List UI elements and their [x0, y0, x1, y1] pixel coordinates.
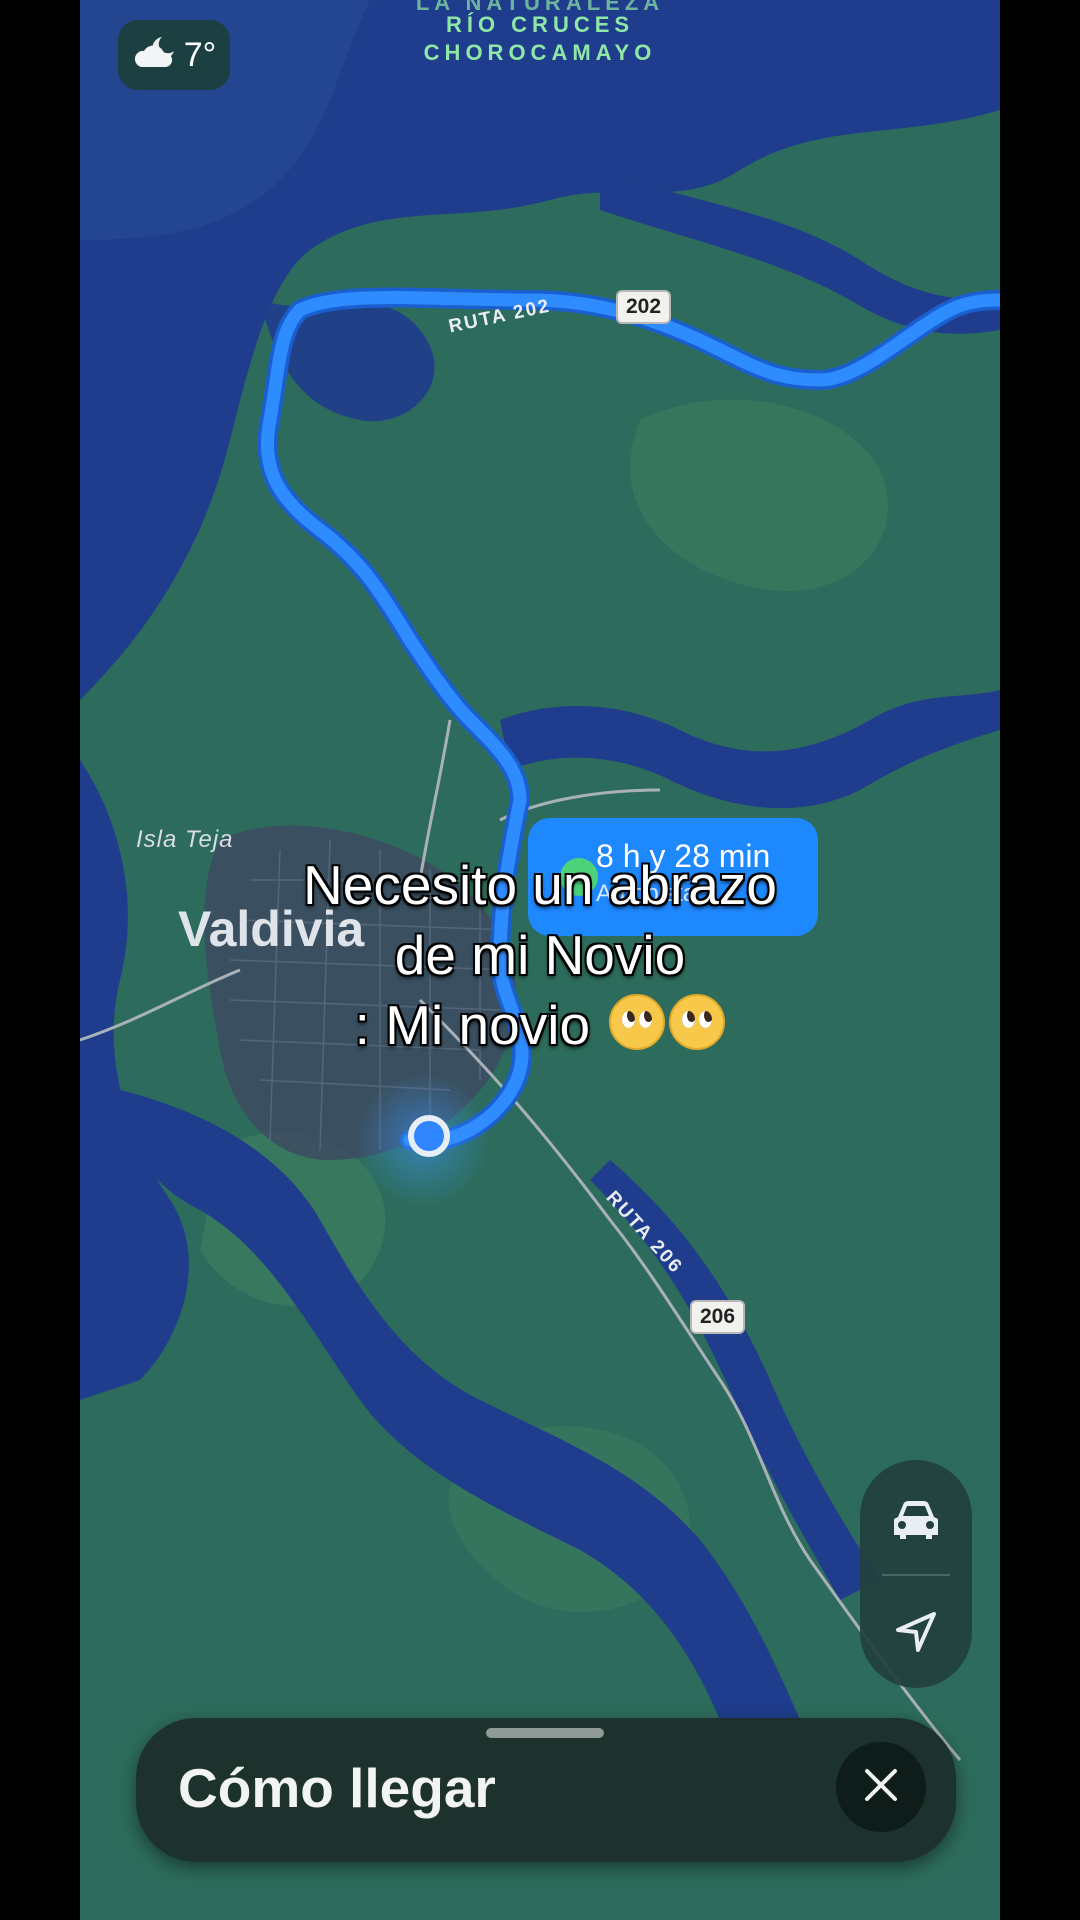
location-arrow-icon[interactable]: [880, 1596, 952, 1668]
directions-sheet[interactable]: Cómo llegar: [136, 1718, 956, 1862]
cloud-moon-icon: [132, 33, 180, 78]
caption-line-2: de mi Novio: [394, 924, 686, 986]
video-caption: Necesito un abrazo de mi Novio : Mi novi…: [80, 850, 1000, 1060]
controls-divider: [882, 1574, 950, 1576]
caption-line-3-text: : Mi novio: [354, 994, 591, 1056]
sheet-title: Cómo llegar: [178, 1757, 496, 1819]
close-button[interactable]: [836, 1742, 926, 1832]
route-shield-202: 202: [616, 290, 672, 324]
route-shield-206: 206: [690, 1300, 746, 1334]
current-location-dot[interactable]: [408, 1115, 450, 1157]
pleading-face-icon: [609, 994, 666, 1050]
weather-temperature: 7°: [183, 35, 217, 74]
map-controls: [860, 1460, 972, 1688]
sheet-drag-handle[interactable]: [486, 1728, 604, 1738]
pleading-face-icon: [669, 994, 726, 1050]
phone-screen: LA NATURALEZA RÍO CRUCES CHOROCAMAYO 7° …: [80, 0, 1000, 1920]
caption-line-1: Necesito un abrazo: [303, 854, 777, 916]
weather-widget[interactable]: 7°: [118, 20, 230, 90]
close-icon: [861, 1765, 901, 1810]
caption-line-3: : Mi novio: [80, 990, 1000, 1060]
car-icon[interactable]: [880, 1484, 952, 1556]
